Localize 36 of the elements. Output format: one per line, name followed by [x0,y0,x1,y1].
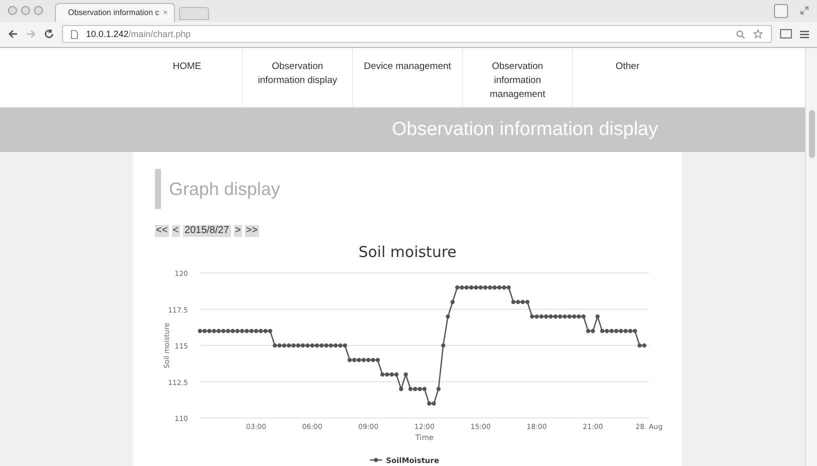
data-point [595,314,600,318]
data-point [399,386,404,391]
cast-icon[interactable] [780,29,792,40]
address-bar[interactable]: 10.0.1.242/main/chart.php [62,25,772,44]
data-point [446,314,450,318]
browser-tab[interactable]: Observation information c × [55,2,175,22]
nav-item[interactable]: Observation information display [242,48,352,107]
star-icon[interactable] [753,29,763,40]
banner-title: Observation information display [392,118,658,142]
url-text: 10.0.1.242/main/chart.php [86,28,191,41]
nav-item[interactable]: HOME [132,48,242,107]
data-point [404,372,408,376]
section-heading: Graph display [169,178,280,201]
menu-icon[interactable] [800,30,809,39]
data-point [441,342,446,348]
data-point [436,386,441,391]
fullscreen-icon[interactable] [800,6,809,16]
zoom-icon[interactable] [736,30,745,39]
nav-item[interactable]: Other [572,48,682,107]
scrollbar[interactable] [805,48,817,466]
previous-button[interactable]: < [172,225,180,237]
first-page-button[interactable]: << [155,225,169,237]
forward-icon[interactable] [26,29,36,40]
date-label: 2015/8/27 [182,225,232,237]
profile-icon[interactable] [774,4,788,18]
back-icon[interactable] [8,29,18,40]
last-page-button[interactable]: >> [244,225,259,237]
nav-item[interactable]: Observation information management [462,48,572,107]
reload-icon[interactable] [44,29,54,40]
new-tab-button[interactable] [179,6,209,20]
chart-title: Soil moisture [358,242,457,263]
next-button[interactable]: > [234,225,242,237]
data-point [450,299,455,304]
nav-item[interactable]: Device management [352,48,462,107]
page-icon [71,30,78,39]
tab-title: Observation information c [68,6,160,19]
